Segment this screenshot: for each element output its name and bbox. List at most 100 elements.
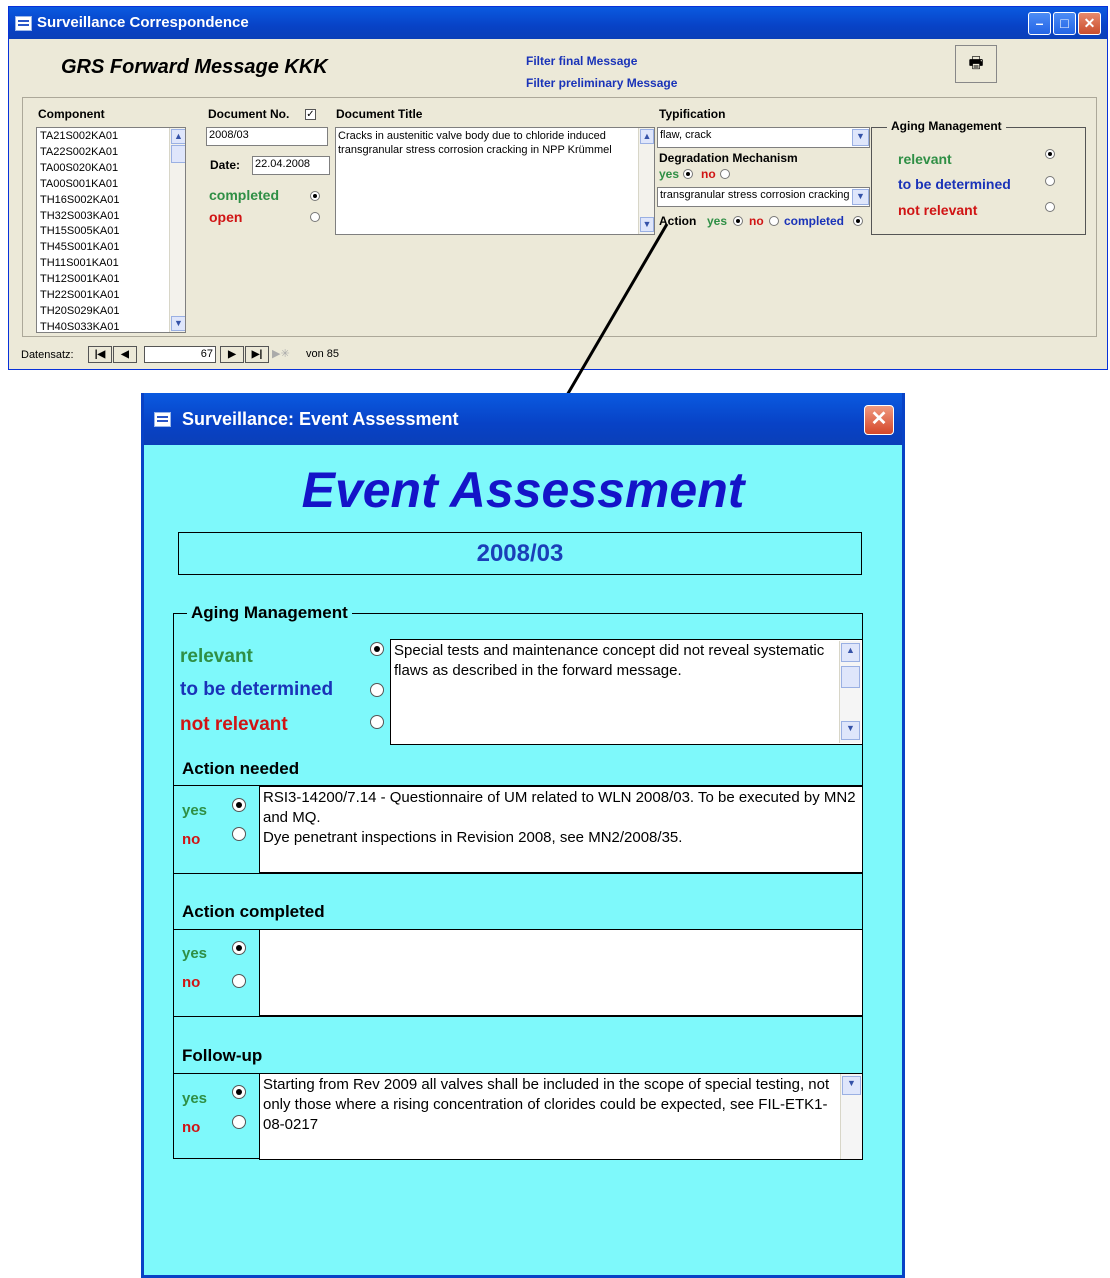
maximize-button[interactable]: □ [1053,12,1076,35]
component-list-item[interactable]: TA00S001KA01 [40,177,168,193]
scroll-up-icon[interactable]: ▲ [171,129,185,144]
component-list-item[interactable]: TH22S001KA01 [40,288,168,304]
action-completed-radio[interactable] [853,216,863,226]
open-radio[interactable] [310,212,320,222]
action-needed-textarea[interactable]: RSI3-14200/7.14 - Questionnaire of UM re… [259,786,863,873]
record-total: von 85 [306,348,340,360]
date-label: Date: [210,158,241,172]
typification-label: Typification [659,107,726,121]
record-navigator: |◀ ◀ 67 ▶ ▶| ▶✳ von 85 [88,346,388,363]
title-bar[interactable]: Surveillance Correspondence – □ ✕ [9,7,1107,39]
degradation-label: Degradation Mechanism [659,151,798,165]
followup-no-radio[interactable] [232,1115,246,1129]
doctitle-scrollbar[interactable]: ▲ ▼ [638,128,654,234]
action-yes-radio[interactable] [733,216,743,226]
relevant-radio[interactable] [1045,149,1055,159]
degradation-yes-label: yes [659,167,680,181]
prev-record-icon[interactable]: ◀ [113,346,137,363]
tbd-radio[interactable] [1045,176,1055,186]
component-list-item[interactable]: TH20S029KA01 [40,304,168,320]
minimize-button[interactable]: – [1028,12,1051,35]
print-button[interactable]: 🖶 [955,45,997,83]
action-needed-yes-radio[interactable] [232,798,246,812]
component-list-item[interactable]: TH15S005KA01 [40,224,168,240]
component-scrollbar[interactable]: ▲ ▼ [169,128,185,332]
degradation-yes-radio[interactable] [683,169,693,179]
aging-scrollbar[interactable]: ▲ ▼ [839,641,861,743]
component-list-item[interactable]: TH11S001KA01 [40,256,168,272]
aging-label: Aging Management [187,603,352,623]
last-record-icon[interactable]: ▶| [245,346,269,363]
scroll-down-icon[interactable]: ▼ [841,721,860,740]
doctitle-label: Document Title [336,107,423,121]
action-completed-textarea[interactable] [259,929,863,1016]
divider [173,1016,863,1017]
filter-final-link[interactable]: Filter final Message [526,54,637,68]
followup-yes-radio[interactable] [232,1085,246,1099]
doctitle-field[interactable]: Cracks in austenitic valve body due to c… [335,127,655,235]
first-record-icon[interactable]: |◀ [88,346,112,363]
doc-number-box: 2008/03 [178,532,862,575]
close-button[interactable]: ✕ [864,405,894,435]
window-title: Surveillance: Event Assessment [182,409,459,429]
scroll-thumb[interactable] [171,145,185,163]
component-list-item[interactable]: TH16S002KA01 [40,193,168,209]
record-number-field[interactable]: 67 [144,346,216,363]
component-list-item[interactable]: TA21S002KA01 [40,129,168,145]
degradation-no-label: no [701,167,716,181]
title-bar[interactable]: Surveillance: Event Assessment ✕ [144,393,902,445]
degradation-combo[interactable]: transgranular stress corrosion cracking [657,187,870,207]
docno-field[interactable]: 2008/03 [206,127,328,146]
followup-label: Follow-up [182,1046,263,1065]
new-record-icon[interactable]: ▶✳ [272,346,290,363]
action-completed-no-radio[interactable] [232,974,246,988]
component-list-item[interactable]: TA00S020KA01 [40,161,168,177]
tbd-label: to be determined [180,679,334,700]
component-list-item[interactable]: TH40S033KA01 [40,320,168,332]
action-completed-no-label: no [182,974,201,991]
completed-label: completed [209,187,280,203]
form-heading: Event Assessment [301,462,745,518]
relevant-radio[interactable] [370,642,384,656]
tbd-radio[interactable] [370,683,384,697]
form-icon [154,412,171,427]
degradation-dropdown-icon[interactable]: ▼ [852,189,869,205]
action-no-radio[interactable] [769,216,779,226]
window-title: Surveillance Correspondence [37,14,249,31]
component-list-item[interactable]: TA22S002KA01 [40,145,168,161]
scroll-up-icon[interactable]: ▲ [640,129,654,144]
component-list[interactable]: TA21S002KA01 TA22S002KA01 TA00S020KA01 TA00… [36,127,186,333]
scroll-thumb[interactable] [841,666,860,688]
form-icon [15,16,32,31]
typification-combo[interactable]: flaw, crack [657,127,870,148]
not-relevant-radio[interactable] [370,715,384,729]
component-list-item[interactable]: TH12S001KA01 [40,272,168,288]
scroll-up-icon[interactable]: ▲ [841,643,860,662]
open-label: open [209,209,243,225]
event-assessment-window: Surveillance: Event Assessment ✕ Event A… [141,393,905,1278]
record-label: Datensatz: [21,349,74,361]
action-completed-label: completed [784,214,845,228]
not-relevant-radio[interactable] [1045,202,1055,212]
scroll-down-icon[interactable]: ▼ [842,1076,861,1095]
component-list-item[interactable]: TH45S001KA01 [40,240,168,256]
not-relevant-label: not relevant [180,714,288,735]
component-list-item[interactable]: TH32S003KA01 [40,209,168,225]
aging-textarea[interactable]: Special tests and maintenance concept di… [390,639,863,745]
filter-preliminary-link[interactable]: Filter preliminary Message [526,76,677,90]
action-completed-yes-radio[interactable] [232,941,246,955]
followup-scrollbar[interactable]: ▼ [840,1074,862,1159]
completed-radio[interactable] [310,191,320,201]
scroll-down-icon[interactable]: ▼ [171,316,185,331]
followup-yes-label: yes [182,1090,208,1107]
next-record-icon[interactable]: ▶ [220,346,244,363]
docno-checkbox[interactable]: ✓ [305,109,316,120]
action-needed-no-radio[interactable] [232,827,246,841]
followup-textarea[interactable]: Starting from Rev 2009 all valves shall … [259,1073,863,1160]
action-needed-line-2: Dye penetrant inspections in Revision 20… [263,829,683,846]
degradation-no-radio[interactable] [720,169,730,179]
close-button[interactable]: ✕ [1078,12,1101,35]
typification-dropdown-icon[interactable]: ▼ [852,129,869,146]
followup-no-label: no [182,1119,201,1136]
date-field[interactable]: 22.04.2008 [252,156,330,175]
